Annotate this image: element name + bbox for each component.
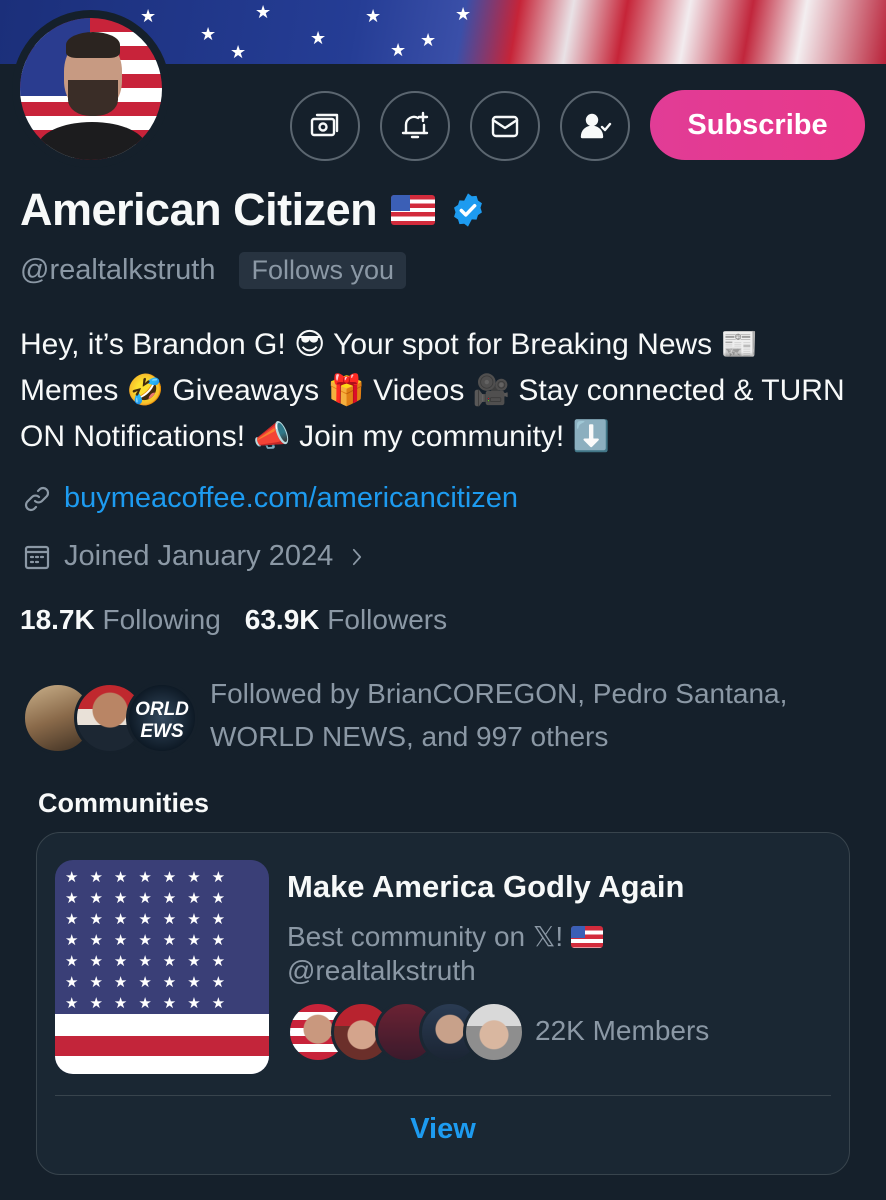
laughing-emoji-icon: 🤣 — [126, 373, 165, 408]
communities-heading: Communities — [38, 788, 210, 818]
member-avatar — [463, 1001, 525, 1063]
bio-text: Join my community! — [290, 420, 573, 453]
megaphone-emoji-icon: 📣 — [253, 419, 291, 454]
website-link[interactable]: buymeacoffee.com/americancitizen — [64, 482, 518, 515]
community-description: Best community on 𝕏! — [287, 919, 604, 955]
followed-by-text: Followed by BrianCOREGON, Pedro Santana,… — [210, 672, 787, 758]
following-count: 18.7K — [20, 604, 95, 635]
message-button[interactable] — [470, 91, 540, 161]
divider — [55, 1095, 831, 1096]
bio-text: Hey, it’s Brandon G! — [20, 328, 295, 361]
community-card[interactable]: ★★★★★★★★★★★★★★★★★★★★★★★★★★★★★★★★★★★★★★★★… — [36, 832, 850, 1175]
community-image: ★★★★★★★★★★★★★★★★★★★★★★★★★★★★★★★★★★★★★★★★… — [55, 860, 269, 1074]
message-icon — [491, 115, 519, 138]
followed-by-line: WORLD NEWS, and 997 others — [210, 721, 609, 752]
community-members-count: 22K Members — [535, 1015, 710, 1046]
bio-text: Giveaways — [164, 374, 328, 407]
website-row: buymeacoffee.com/americancitizen — [22, 482, 518, 515]
view-community-button[interactable]: View — [37, 1113, 849, 1146]
community-handle: @realtalkstruth — [287, 955, 476, 986]
profile-avatar[interactable] — [12, 10, 170, 168]
followers-stat[interactable]: 63.9K Followers — [245, 604, 447, 636]
bio-text: Videos — [364, 374, 473, 407]
community-name: Make America Godly Again — [287, 869, 685, 904]
followers-label: Followers — [327, 604, 448, 635]
tip-icon — [310, 113, 339, 137]
bio-text: Memes — [20, 374, 127, 407]
following-icon — [580, 113, 612, 139]
joined-row[interactable]: Joined January 2024 — [22, 540, 369, 573]
notifications-button[interactable] — [380, 91, 450, 161]
down-arrow-emoji-icon: ⬇️ — [572, 419, 610, 454]
gift-emoji-icon: 🎁 — [327, 373, 365, 408]
following-stat[interactable]: 18.7K Following — [20, 604, 221, 636]
followed-by-section[interactable]: ORLD EWS Followed by BrianCOREGON, Pedro … — [22, 672, 882, 762]
followed-by-line: Followed by BrianCOREGON, Pedro Santana, — [210, 678, 788, 709]
newspaper-emoji-icon: 📰 — [720, 327, 758, 362]
link-icon — [24, 486, 50, 511]
follows-you-badge: Follows you — [239, 252, 407, 289]
joined-date: Joined January 2024 — [64, 540, 334, 572]
handle-row: @realtalkstruth Follows you — [20, 252, 407, 289]
following-label: Following — [102, 604, 221, 635]
us-flag-icon — [571, 926, 604, 948]
verified-badge-icon[interactable] — [449, 191, 487, 229]
profile-name-row: American Citizen — [20, 184, 487, 236]
profile-handle: @realtalkstruth — [20, 254, 216, 286]
notification-bell-icon — [401, 111, 429, 139]
bio-text: Your spot for Breaking News — [325, 328, 721, 361]
us-flag-icon — [391, 195, 436, 225]
subscribe-button[interactable]: Subscribe — [650, 90, 865, 160]
following-button[interactable] — [560, 91, 630, 161]
chevron-right-icon — [353, 548, 362, 565]
calendar-icon — [24, 545, 50, 569]
followers-count: 63.9K — [244, 604, 320, 635]
sunglasses-emoji-icon: 😎 — [294, 327, 326, 362]
follow-stats: 18.7K Following 63.9K Followers — [20, 604, 447, 636]
profile-bio: Hey, it’s Brandon G! 😎 Your spot for Bre… — [20, 322, 870, 460]
display-name: American Citizen — [20, 184, 378, 235]
tip-button[interactable] — [290, 91, 360, 161]
world-news-avatar: ORLD EWS — [126, 682, 198, 754]
community-description-text: Best community on 𝕏! — [287, 921, 564, 952]
movie-camera-emoji-icon: 🎥 — [472, 373, 511, 408]
